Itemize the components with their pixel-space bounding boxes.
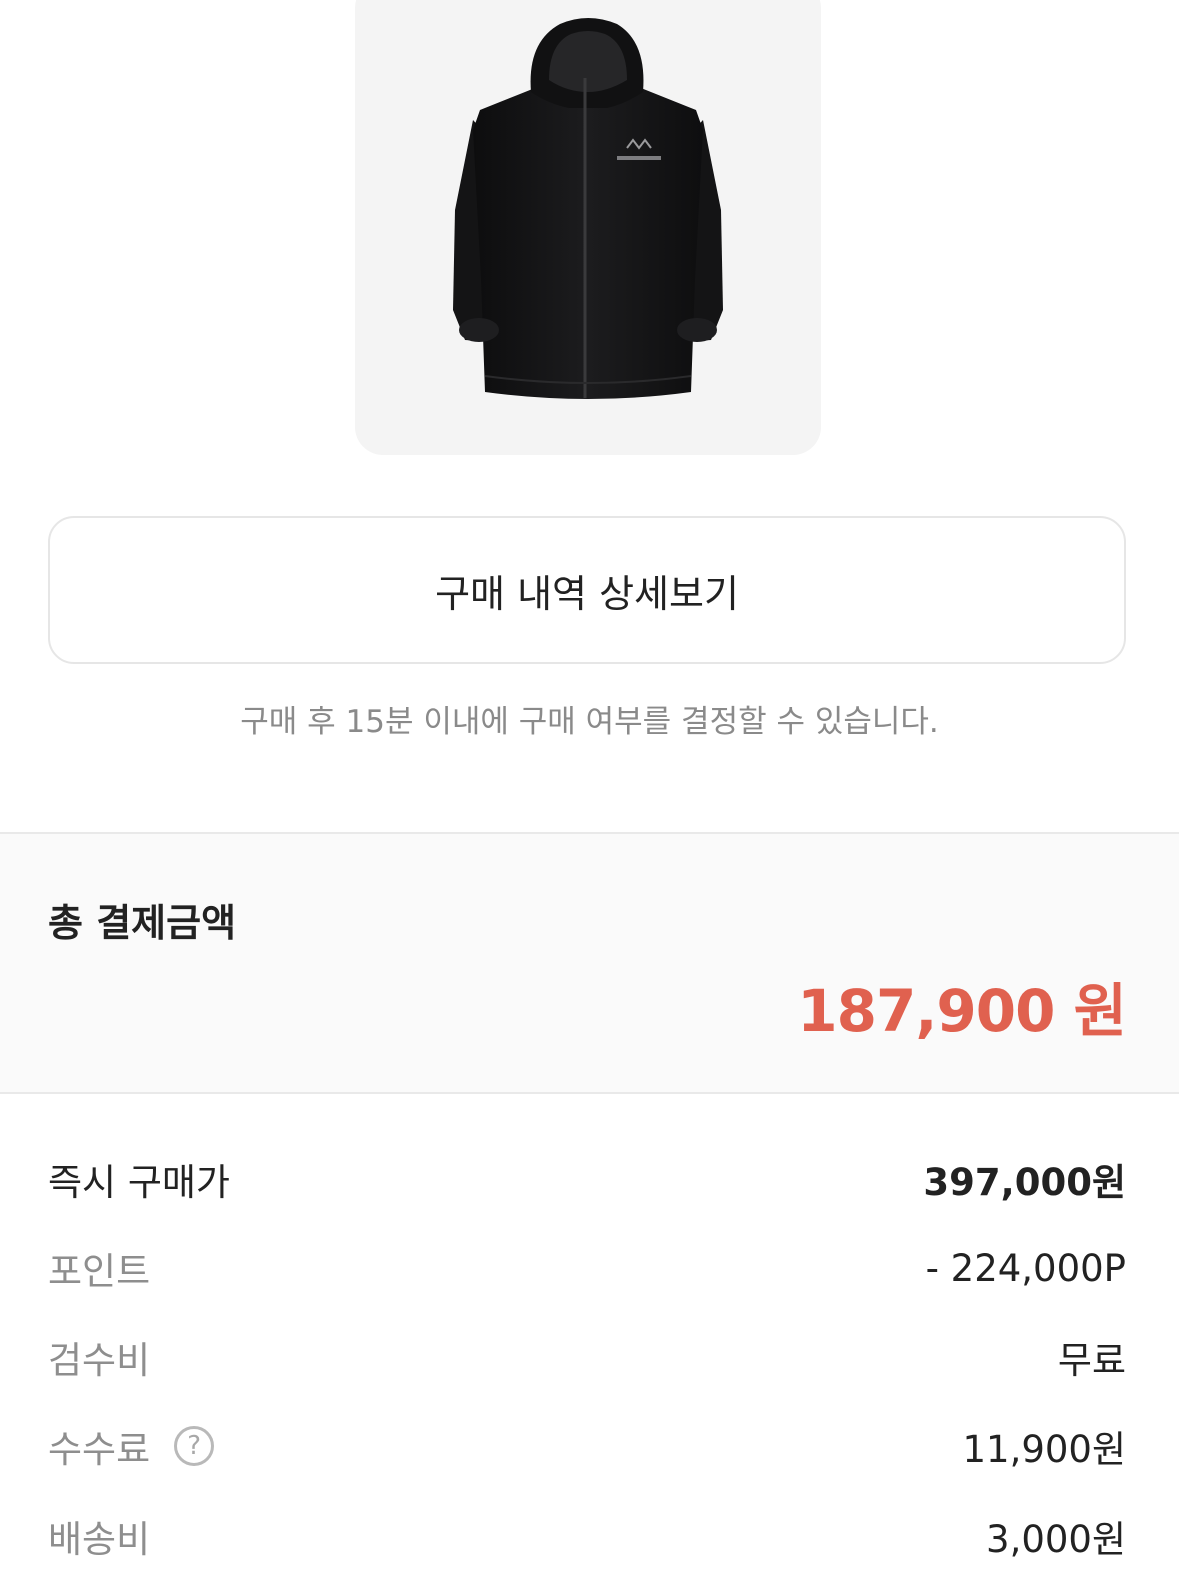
breakdown-row-points: 포인트 - 224,000P (48, 1240, 1126, 1296)
breakdown-row-instant-price: 즉시 구매가 397,000원 (48, 1151, 1126, 1207)
total-payment-section: 총 결제금액 187,900 원 (0, 832, 1179, 1094)
breakdown-label: 배송비 (48, 1518, 151, 1561)
purchase-detail-button[interactable]: 구매 내역 상세보기 (48, 516, 1126, 664)
breakdown-row-commission: 수수료 ? 11,900원 (48, 1418, 1126, 1474)
decision-notice: 구매 후 15분 이내에 구매 여부를 결정할 수 있습니다. (240, 704, 939, 740)
breakdown-label: 수수료 ? (48, 1419, 215, 1473)
breakdown-label: 즉시 구매가 (48, 1161, 230, 1204)
question-circle-icon[interactable]: ? (174, 1426, 215, 1466)
breakdown-value: 397,000원 (923, 1161, 1126, 1204)
breakdown-row-shipping: 배송비 3,000원 (48, 1508, 1126, 1564)
total-payment-amount: 187,900 원 (797, 977, 1127, 1045)
breakdown-label: 포인트 (48, 1250, 151, 1293)
breakdown-row-inspection-fee: 검수비 무료 (48, 1329, 1126, 1385)
breakdown-value: - 224,000P (925, 1246, 1126, 1290)
breakdown-label-text: 수수료 (48, 1428, 151, 1471)
breakdown-value: 3,000원 (986, 1518, 1126, 1561)
jacket-image (453, 18, 723, 399)
breakdown-value: 11,900원 (962, 1428, 1126, 1471)
breakdown-value: 무료 (1057, 1339, 1126, 1382)
total-payment-label: 총 결제금액 (48, 901, 237, 945)
breakdown-label: 검수비 (48, 1339, 151, 1382)
product-image-card[interactable] (355, 0, 821, 455)
